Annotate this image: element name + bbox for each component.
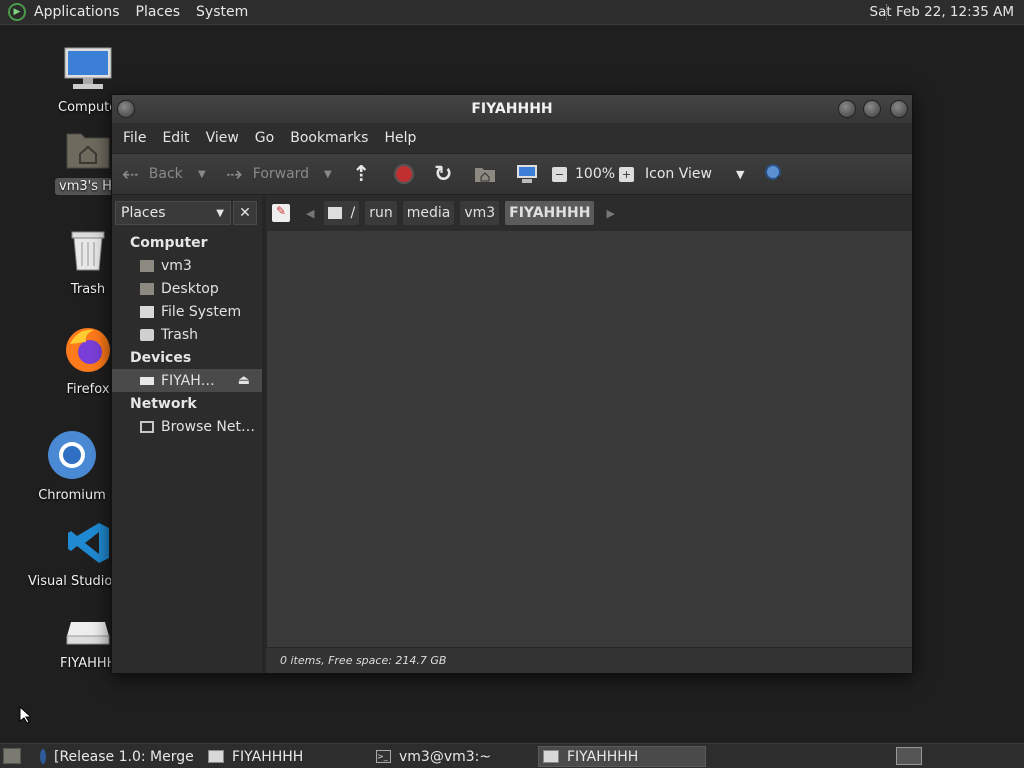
view-mode-select[interactable]: Icon View	[645, 166, 712, 182]
sidebar-item-vm3[interactable]: vm3	[112, 254, 262, 277]
path-crumb-media[interactable]: media	[402, 201, 455, 225]
places-menu[interactable]: Places	[128, 4, 189, 20]
eject-icon[interactable]: ⏏	[238, 373, 250, 388]
sidebar-section-devices: Devices	[130, 349, 192, 366]
applications-menu[interactable]: Applications	[26, 4, 128, 20]
path-scroll-left-icon[interactable]: ◀	[306, 207, 314, 220]
sidebar-item-fiyahhhh[interactable]: FIYAH… ⏏	[112, 369, 262, 392]
path-scroll-right-icon[interactable]: ▶	[606, 207, 614, 220]
trash-icon	[140, 328, 154, 341]
drive-icon	[140, 376, 154, 385]
stop-icon[interactable]	[394, 164, 414, 184]
taskbar-item-chromium[interactable]: [Release 1.0: Merge …	[36, 746, 198, 767]
status-bar: 0 items, Free space: 214.7 GB	[266, 647, 912, 673]
workspace-switcher-icon[interactable]	[896, 747, 922, 765]
drive-icon	[543, 750, 559, 763]
zoom-level[interactable]: 100%	[575, 166, 615, 182]
bottom-panel: [Release 1.0: Merge … FIYAHHHH >_ vm3@vm…	[0, 743, 1024, 768]
menubar: File Edit View Go Bookmarks Help	[112, 123, 912, 153]
forward-history-dropdown[interactable]: ▼	[324, 169, 332, 180]
menu-bookmarks[interactable]: Bookmarks	[282, 130, 376, 146]
home-folder-icon	[140, 259, 154, 272]
sidebar-item-file-system[interactable]: File System	[112, 300, 262, 323]
menu-view[interactable]: View	[198, 130, 247, 146]
reload-icon[interactable]: ↻	[434, 162, 452, 187]
toggle-location-entry-icon[interactable]: ✎	[272, 204, 290, 222]
path-bar: ✎ ◀ / run media vm3 FIYAHHHH ▶	[266, 195, 912, 231]
menu-go[interactable]: Go	[247, 130, 282, 146]
zoom-out-icon[interactable]: −	[552, 166, 567, 182]
view-mode-dropdown-icon[interactable]: ▼	[736, 168, 744, 181]
up-arrow-icon[interactable]: ⇡	[352, 162, 370, 187]
sidebar: Places ▼ ✕ Computer vm3 Desktop File Sys…	[112, 195, 262, 673]
chevron-down-icon: ▼	[216, 207, 224, 219]
desktop-folder-icon	[140, 282, 154, 295]
sidebar-selector[interactable]: Places ▼	[115, 201, 231, 225]
sidebar-item-desktop[interactable]: Desktop	[112, 277, 262, 300]
back-history-dropdown[interactable]: ▼	[198, 169, 206, 180]
clock[interactable]: Sat Feb 22, 12:35 AM	[870, 4, 1014, 20]
maximize-button[interactable]	[863, 100, 881, 118]
system-menu[interactable]: System	[188, 4, 256, 20]
path-crumb-vm3[interactable]: vm3	[460, 201, 500, 225]
menu-edit[interactable]: Edit	[154, 130, 197, 146]
window-menu-button[interactable]	[117, 100, 135, 118]
toolbar: ⇠ Back ▼ ⇢ Forward ▼ ⇡ ↻ − 100% + Icon V…	[112, 153, 912, 195]
window-title: FIYAHHHH	[471, 101, 553, 117]
mate-logo-icon[interactable]: ▶	[8, 3, 26, 21]
drive-icon	[328, 207, 343, 219]
sidebar-section-computer: Computer	[130, 234, 208, 251]
home-icon[interactable]	[474, 165, 496, 183]
sidebar-item-browse-network[interactable]: Browse Net…	[112, 415, 262, 438]
path-crumb-run[interactable]: run	[365, 201, 397, 225]
terminal-icon: >_	[376, 750, 391, 763]
close-button[interactable]	[890, 100, 908, 118]
path-crumb-root[interactable]: /	[324, 201, 360, 225]
computer-icon	[33, 46, 143, 96]
zoom-in-icon[interactable]: +	[619, 166, 634, 182]
back-arrow-icon: ⇠	[122, 162, 139, 186]
taskbar-item-fiyahhhh-1[interactable]: FIYAHHHH	[204, 746, 364, 767]
sidebar-item-trash[interactable]: Trash	[112, 323, 262, 346]
close-sidebar-icon[interactable]: ✕	[233, 201, 257, 225]
menu-help[interactable]: Help	[376, 130, 424, 146]
file-manager-window: FIYAHHHH File Edit View Go Bookmarks Hel…	[111, 94, 913, 674]
file-view-area[interactable]	[266, 231, 912, 647]
network-icon	[140, 420, 154, 433]
taskbar-item-terminal[interactable]: >_ vm3@vm3:~	[372, 746, 532, 767]
sidebar-section-network: Network	[130, 395, 197, 412]
forward-button[interactable]: ⇢ Forward	[226, 162, 309, 186]
back-button[interactable]: ⇠ Back	[122, 162, 183, 186]
filesystem-icon	[140, 305, 154, 318]
window-titlebar[interactable]: FIYAHHHH	[112, 95, 912, 123]
computer-icon[interactable]	[516, 164, 538, 184]
menu-file[interactable]: File	[115, 130, 154, 146]
minimize-button[interactable]	[838, 100, 856, 118]
show-desktop-icon[interactable]	[3, 748, 21, 764]
drive-icon	[208, 750, 224, 763]
taskbar-item-fiyahhhh-2[interactable]: FIYAHHHH	[538, 746, 706, 767]
search-icon[interactable]	[764, 163, 786, 185]
forward-arrow-icon: ⇢	[226, 162, 243, 186]
top-panel: ▶ Applications Places System Sat Feb 22,…	[0, 0, 1024, 25]
chromium-icon	[40, 749, 46, 764]
mouse-cursor-icon	[19, 706, 31, 724]
path-crumb-fiyahhhh[interactable]: FIYAHHHH	[505, 201, 595, 225]
